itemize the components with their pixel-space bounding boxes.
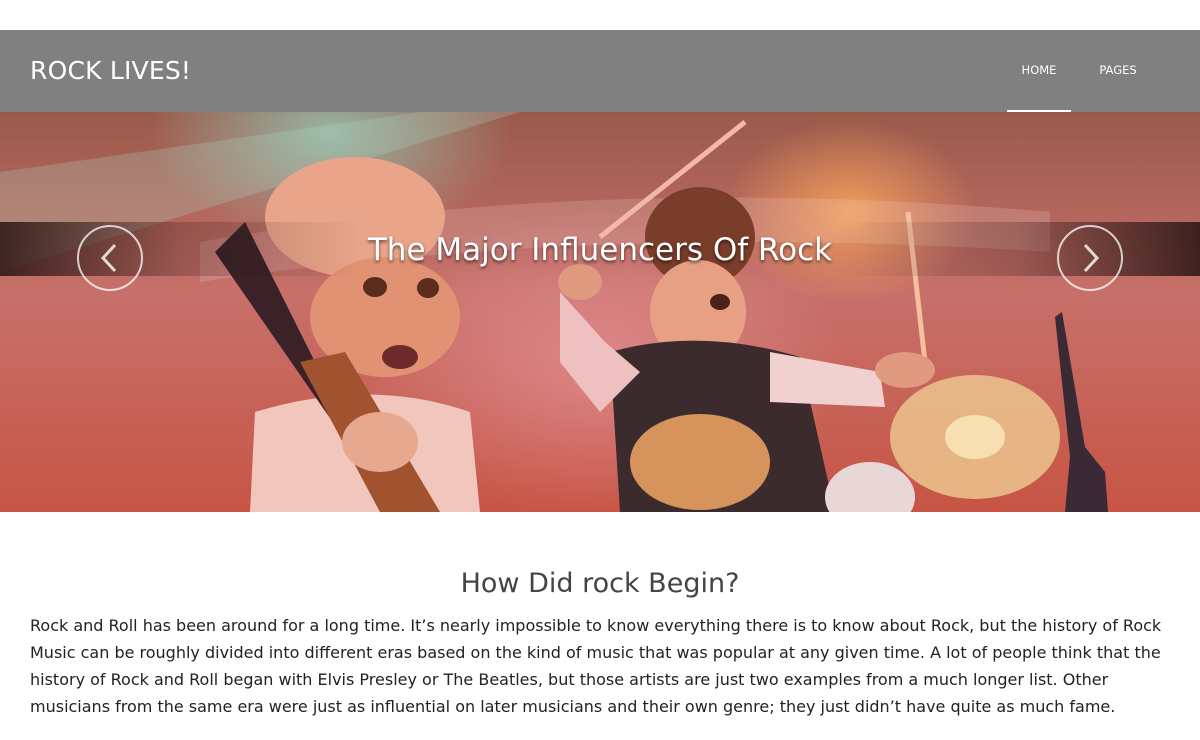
chevron-right-icon (1083, 243, 1100, 273)
hero-illustration (0, 112, 1108, 512)
top-navbar: ROCK LIVES! HOME PAGES (0, 30, 1200, 112)
section-heading: How Did rock Begin? (460, 568, 740, 599)
carousel-next-button[interactable] (1057, 225, 1123, 291)
hero-caption: The Major Influencers Of Rock (367, 232, 833, 268)
hero-carousel: The Major Influencers Of Rock (0, 112, 1200, 512)
section-paragraph: Rock and Roll has been around for a long… (30, 616, 1162, 716)
nav-home-link[interactable]: HOME (1007, 30, 1071, 112)
chevron-left-icon (100, 243, 117, 273)
nav-pages-link[interactable]: PAGES (1092, 30, 1144, 112)
site-brand[interactable]: ROCK LIVES! (30, 56, 191, 85)
carousel-prev-button[interactable] (77, 225, 143, 291)
